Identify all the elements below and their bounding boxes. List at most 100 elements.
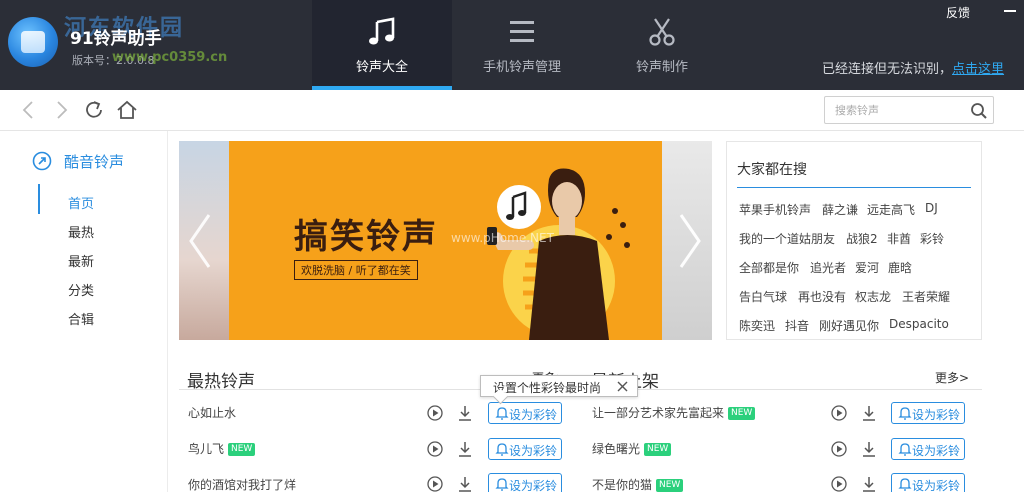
download-icon[interactable] — [458, 476, 472, 492]
app-title: 91铃声助手 — [70, 29, 162, 49]
connection-help-link[interactable]: 点击这里 — [952, 62, 1004, 77]
hot-search-tag[interactable]: 薛之谦 — [822, 201, 858, 218]
music-note-icon — [369, 17, 395, 45]
hot-search-tag[interactable]: 我的一个道姑朋友 — [739, 230, 835, 247]
hot-search-tag[interactable]: 追光者 — [810, 259, 846, 276]
search-input[interactable] — [835, 101, 965, 119]
download-icon[interactable] — [862, 476, 876, 492]
active-indicator — [38, 184, 40, 214]
banner-slide[interactable]: 搞笑铃声 欢脱洗脑 / 听了都在笑 www.pHome.NET — [229, 141, 662, 340]
sidebar-item-newest[interactable]: 最新 — [68, 251, 94, 270]
tooltip-text: 设置个性彩铃最时尚 — [493, 381, 602, 395]
hot-search-tag[interactable]: 远走高飞 — [867, 201, 915, 218]
refresh-icon[interactable] — [83, 99, 105, 121]
set-ringback-button[interactable]: 设为彩铃 — [891, 438, 965, 460]
play-icon[interactable] — [427, 405, 443, 421]
next-slide-icon[interactable] — [675, 211, 705, 271]
hot-search-tag[interactable]: 陈奕迅 — [739, 317, 775, 334]
forward-icon[interactable] — [50, 99, 72, 121]
set-ringback-button[interactable]: 设为彩铃 — [488, 473, 562, 492]
play-icon[interactable] — [831, 476, 847, 492]
tooltip: 设置个性彩铃最时尚 — [480, 375, 638, 397]
bell-icon — [898, 407, 912, 420]
hot-search-tag[interactable]: 王者荣耀 — [902, 288, 950, 305]
new-badge: NEW — [728, 407, 756, 420]
play-icon[interactable] — [427, 476, 443, 492]
new-badge: NEW — [644, 443, 672, 456]
prev-slide-icon[interactable] — [185, 211, 215, 271]
search-box — [824, 96, 994, 124]
download-icon[interactable] — [458, 405, 472, 421]
minimize-icon[interactable] — [1004, 10, 1016, 12]
sidebar-item-hottest[interactable]: 最热 — [68, 222, 94, 241]
back-icon[interactable] — [18, 99, 40, 121]
download-icon[interactable] — [862, 441, 876, 457]
scissors-icon — [649, 18, 675, 46]
search-icon[interactable] — [970, 102, 988, 120]
song-row[interactable]: 你的酒馆对我打了烊 — [188, 476, 296, 492]
new-badge: NEW — [228, 443, 256, 456]
tab-ringtone-library[interactable]: 铃声大全 — [312, 0, 452, 90]
button-label: 设为彩铃 — [509, 444, 558, 458]
new-songs-more-link[interactable]: 更多> — [935, 369, 969, 386]
set-ringback-button[interactable]: 设为彩铃 — [488, 438, 562, 460]
sidebar-item-categories[interactable]: 分类 — [68, 280, 94, 299]
set-ringback-button[interactable]: 设为彩铃 — [891, 402, 965, 424]
set-ringback-button[interactable]: 设为彩铃 — [488, 402, 562, 424]
button-label: 设为彩铃 — [912, 479, 961, 492]
banner-title: 搞笑铃声 — [294, 217, 438, 257]
app-logo — [8, 17, 58, 67]
hot-search-tag[interactable]: 战狼2 — [846, 230, 878, 247]
sidebar-item-home[interactable]: 首页 — [68, 193, 94, 212]
play-icon[interactable] — [831, 405, 847, 421]
bell-icon — [495, 443, 509, 456]
connection-text: 已经连接但无法识别， — [822, 62, 953, 77]
hot-search-tag[interactable]: 彩铃 — [920, 230, 944, 247]
list-icon — [510, 21, 534, 42]
download-icon[interactable] — [458, 441, 472, 457]
tab-ringtone-maker[interactable]: 铃声制作 — [592, 0, 732, 90]
play-icon[interactable] — [831, 441, 847, 457]
sidebar-heading-label: 酷音铃声 — [64, 153, 125, 171]
cool-ringtone-icon — [32, 151, 52, 171]
new-badge: NEW — [656, 479, 684, 492]
song-title: 你的酒馆对我打了烊 — [188, 478, 297, 492]
hot-search-tag[interactable]: 告白气球 — [739, 288, 787, 305]
banner-carousel[interactable]: 搞笑铃声 欢脱洗脑 / 听了都在笑 www.pHome.NET — [179, 141, 712, 340]
connection-status: 已经连接但无法识别，点击这里 — [822, 58, 1004, 77]
hot-search-panel: 大家都在搜 苹果手机铃声 薛之谦 远走高飞 DJ 我的一个道姑朋友 战狼2 非酋… — [726, 141, 982, 340]
hot-search-tag[interactable]: 再也没有 — [798, 288, 846, 305]
sidebar-item-collections[interactable]: 合辑 — [68, 309, 94, 328]
set-ringback-button[interactable]: 设为彩铃 — [891, 473, 965, 492]
song-row[interactable]: 不是你的猫 NEW — [592, 476, 684, 492]
hot-search-tag[interactable]: 抖音 — [785, 317, 809, 334]
tab-label: 铃声制作 — [635, 60, 688, 75]
song-row[interactable]: 心如止水 — [188, 404, 236, 421]
close-icon[interactable] — [617, 381, 628, 392]
button-label: 设为彩铃 — [509, 408, 558, 422]
bell-icon — [898, 443, 912, 456]
tab-label: 铃声大全 — [355, 60, 408, 75]
download-icon[interactable] — [862, 405, 876, 421]
hot-search-tag[interactable]: 刚好遇见你 — [819, 317, 879, 334]
title-bar: 河东软件园 91铃声助手 版本号：2.0.0.8 www.pc0359.cn 铃… — [0, 0, 1024, 90]
hot-search-tag[interactable]: 爱河 — [855, 259, 879, 276]
feedback-button[interactable]: 反馈 — [946, 4, 970, 21]
hot-search-tag[interactable]: Despacito — [889, 317, 949, 331]
hot-search-tag[interactable]: 苹果手机铃声 — [739, 201, 811, 218]
bell-icon — [495, 478, 509, 491]
song-row[interactable]: 鸟儿飞 NEW — [188, 440, 256, 457]
hot-search-tag[interactable]: 全部都是你 — [739, 259, 799, 276]
hot-search-tag[interactable]: 非酋 — [887, 230, 911, 247]
play-icon[interactable] — [427, 441, 443, 457]
tab-phone-ringtone-manager[interactable]: 手机铃声管理 — [452, 0, 592, 90]
hot-search-title: 大家都在搜 — [737, 162, 807, 178]
hot-search-tag[interactable]: DJ — [925, 201, 938, 215]
hot-search-tag[interactable]: 鹿晗 — [888, 259, 912, 276]
song-row[interactable]: 让一部分艺术家先富起来 NEW — [592, 404, 756, 421]
home-icon[interactable] — [116, 99, 138, 121]
song-row[interactable]: 绿色曙光 NEW — [592, 440, 672, 457]
button-label: 设为彩铃 — [912, 444, 961, 458]
hot-search-tag[interactable]: 权志龙 — [855, 288, 891, 305]
tab-label: 手机铃声管理 — [482, 60, 561, 75]
